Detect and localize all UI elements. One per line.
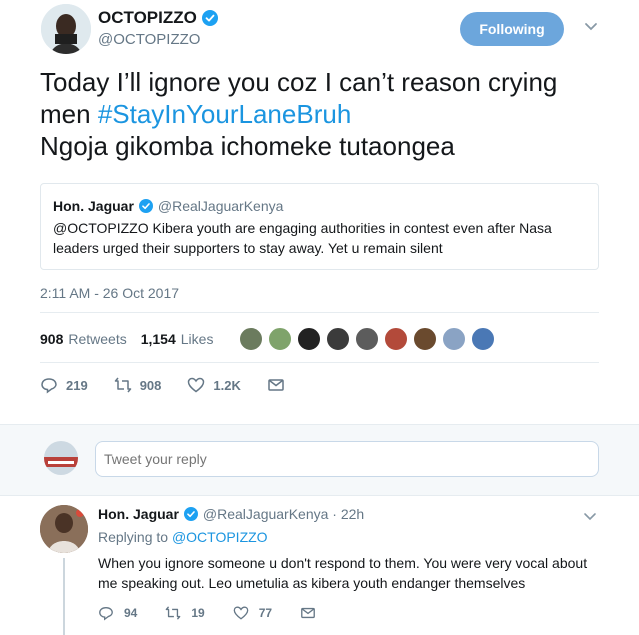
divider: [40, 312, 599, 313]
likes-label[interactable]: Likes: [181, 331, 214, 347]
reply-input[interactable]: [95, 441, 599, 477]
hashtag-link[interactable]: #StayInYourLaneBruh: [98, 99, 351, 129]
quoted-tweet[interactable]: Hon. Jaguar @RealJaguarKenya @OCTOPIZZO …: [40, 183, 599, 270]
reply-count: 219: [66, 377, 88, 393]
reply-button[interactable]: 94: [98, 605, 137, 621]
envelope-icon: [268, 379, 284, 391]
tweet-text-line: men #StayInYourLaneBruh: [40, 98, 620, 130]
avatar: [44, 441, 78, 475]
reply-count: 94: [124, 606, 138, 620]
tweet-text: Today I’ll ignore you coz I can’t reason…: [40, 66, 620, 162]
replying-to-label: Replying to: [98, 529, 169, 545]
reply-icon: [41, 378, 57, 394]
direct-message-button[interactable]: [300, 605, 316, 621]
reply-header: Hon. Jaguar @RealJaguarKenya · 22h: [98, 506, 364, 522]
liker-avatar[interactable]: [268, 327, 293, 351]
reply-actions: 94 19 77: [98, 605, 344, 621]
reply-button[interactable]: 219: [40, 376, 88, 394]
replying-to-link[interactable]: @OCTOPIZZO: [172, 529, 268, 545]
like-count: 77: [258, 606, 273, 620]
reply-icon: [99, 606, 113, 621]
avatar[interactable]: [40, 505, 88, 553]
display-name-text[interactable]: OCTOPIZZO: [98, 8, 197, 28]
liker-avatar[interactable]: [239, 327, 264, 351]
envelope-icon: [301, 607, 315, 619]
verified-icon: [138, 199, 153, 213]
retweet-button[interactable]: 19: [165, 605, 205, 621]
divider: [40, 362, 599, 363]
verified-icon: [201, 10, 218, 26]
tweet-header: OCTOPIZZO @OCTOPIZZO Following: [0, 0, 639, 60]
tweet-timestamp[interactable]: 2:11 AM - 26 Oct 2017: [40, 285, 179, 301]
tweet-stats: 908 Retweets 1,154 Likes: [40, 326, 600, 352]
heart-icon: [233, 606, 249, 620]
retweet-icon: [166, 606, 181, 620]
display-name[interactable]: OCTOPIZZO: [98, 8, 218, 28]
liker-avatar[interactable]: [471, 327, 496, 351]
liker-avatar[interactable]: [442, 327, 467, 351]
user-handle[interactable]: @OCTOPIZZO: [98, 31, 200, 48]
like-button[interactable]: 77: [233, 605, 272, 621]
retweets-count[interactable]: 908: [40, 331, 63, 347]
retweets-label[interactable]: Retweets: [68, 331, 126, 347]
tweet-actions: 219 908 1.2K: [40, 374, 311, 396]
thread-line: [63, 558, 65, 635]
heart-icon: [188, 377, 205, 393]
avatar[interactable]: [41, 4, 91, 54]
quoted-handle: @RealJaguarKenya: [157, 198, 284, 214]
reply-tweet[interactable]: Hon. Jaguar @RealJaguarKenya · 22h Reply…: [0, 496, 639, 635]
following-button[interactable]: Following: [460, 12, 564, 46]
direct-message-button[interactable]: [267, 376, 285, 394]
verified-icon: [183, 507, 198, 521]
replying-to: Replying to @OCTOPIZZO: [98, 529, 268, 545]
retweet-count: 19: [191, 606, 205, 620]
reply-display-name[interactable]: Hon. Jaguar: [98, 506, 179, 522]
liker-avatar[interactable]: [297, 327, 322, 351]
retweet-icon: [114, 377, 131, 393]
quoted-tweet-text: @OCTOPIZZO Kibera youth are engaging aut…: [53, 220, 552, 256]
retweet-button[interactable]: 908: [114, 376, 162, 394]
like-button[interactable]: 1.2K: [187, 376, 241, 394]
liker-avatar[interactable]: [413, 327, 438, 351]
tweet-text-fragment: men: [40, 99, 98, 129]
chevron-down-icon[interactable]: [582, 17, 600, 35]
like-count: 1.2K: [213, 377, 241, 393]
quoted-display-name: Hon. Jaguar: [53, 198, 134, 214]
liker-avatar[interactable]: [326, 327, 351, 351]
reply-compose-bar: [0, 424, 639, 496]
tweet-text-line: Ngoja gikomba ichomeke tutaongea: [40, 131, 455, 161]
reply-text: When you ignore someone u don't respond …: [98, 555, 588, 591]
liker-avatar[interactable]: [384, 327, 409, 351]
likes-count[interactable]: 1,154: [141, 331, 176, 347]
reply-handle-time[interactable]: @RealJaguarKenya · 22h: [203, 506, 364, 522]
liker-avatar[interactable]: [355, 327, 380, 351]
liker-avatars: [239, 327, 496, 351]
retweet-count: 908: [139, 377, 162, 393]
tweet-text-line: Today I’ll ignore you coz I can’t reason…: [40, 67, 558, 97]
quoted-tweet-header: Hon. Jaguar @RealJaguarKenya: [53, 198, 586, 214]
chevron-down-icon[interactable]: [582, 508, 598, 524]
